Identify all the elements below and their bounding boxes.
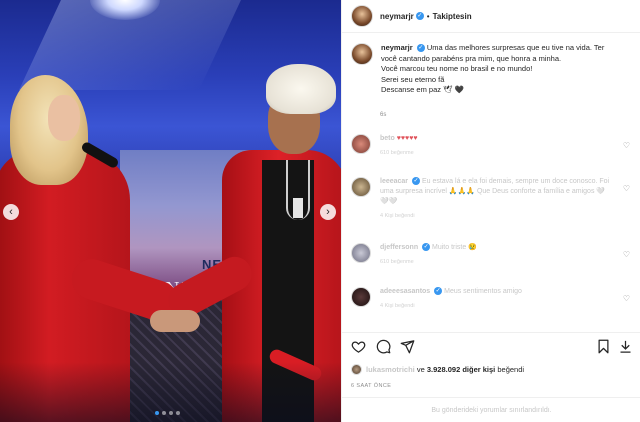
verified-badge-icon: ✓ bbox=[416, 44, 425, 53]
post-photo[interactable]: NEY NUIT ‹ › bbox=[0, 0, 341, 422]
heart-icon[interactable] bbox=[351, 339, 366, 354]
instagram-post: NEY NUIT ‹ › neymarjr ✓ • bbox=[0, 0, 640, 422]
heart-icon[interactable]: ♡ bbox=[623, 184, 630, 193]
caption-line: você cantando parabéns pra mim, que honr… bbox=[381, 53, 562, 63]
carousel-dot bbox=[169, 411, 173, 415]
verified-badge-icon: ✓ bbox=[411, 177, 420, 186]
holding-hands bbox=[150, 310, 200, 332]
verified-badge-icon: ✓ bbox=[415, 12, 424, 20]
comment-item: adeeesasantos ✓ Meus sentimentos amigo 4… bbox=[351, 287, 633, 311]
comment-text: Muito triste 😢 bbox=[432, 244, 477, 251]
comment-username[interactable]: adeeesasantos bbox=[380, 288, 430, 295]
caption-time: 6s bbox=[380, 112, 387, 118]
likes-connector: ve bbox=[416, 365, 425, 374]
post-actions-bar bbox=[342, 332, 640, 358]
comment-username[interactable]: beto bbox=[380, 135, 395, 142]
post-time-ago[interactable]: 6 SAAT ÖNCE bbox=[351, 383, 391, 389]
share-icon[interactable] bbox=[400, 339, 415, 354]
post-caption: neymarjr ✓ Uma das melhores surpresas qu… bbox=[351, 43, 633, 96]
bookmark-icon[interactable] bbox=[596, 339, 611, 354]
carousel-dots bbox=[155, 411, 180, 415]
caption-line: Serei seu eterno fã bbox=[381, 74, 445, 84]
caption-line: Uma das melhores surpresas que eu tive n… bbox=[426, 43, 605, 52]
caption-text: neymarjr ✓ Uma das melhores surpresas qu… bbox=[381, 43, 633, 96]
post-header: neymarjr ✓ • Takiptesin bbox=[342, 0, 640, 33]
avatar[interactable] bbox=[351, 243, 371, 263]
comment-meta[interactable]: 610 beğenme bbox=[380, 148, 610, 158]
avatar[interactable] bbox=[351, 134, 371, 154]
avatar[interactable] bbox=[351, 287, 371, 307]
comment-text: Meus sentimentos amigo bbox=[444, 288, 522, 295]
comments-disabled-notice: Bu gönderideki yorumlar sınırlandırıldı. bbox=[342, 397, 640, 422]
chevron-left-icon[interactable]: ‹ bbox=[3, 204, 19, 220]
avatar bbox=[351, 364, 362, 375]
caption-username[interactable]: neymarjr bbox=[381, 43, 413, 52]
verified-badge-icon: ✓ bbox=[422, 243, 431, 252]
comment-meta[interactable]: 4 Kişi beğendi bbox=[380, 211, 610, 221]
comment-icon[interactable] bbox=[376, 339, 391, 354]
caption-line: Você marcou teu nome no brasil e no mund… bbox=[381, 64, 533, 73]
verified-badge-icon: ✓ bbox=[434, 287, 443, 296]
comment-item: djeffersonn ✓ Muito triste 😢 610 beğenme… bbox=[351, 243, 633, 267]
comment-meta[interactable]: 610 beğenme bbox=[380, 257, 610, 267]
likes-suffix: beğendi bbox=[497, 365, 525, 374]
comment-meta[interactable]: 4 Kişi beğendi bbox=[380, 301, 610, 311]
chevron-right-icon[interactable]: › bbox=[320, 204, 336, 220]
liker-username[interactable]: lukasmotrichi bbox=[366, 365, 415, 374]
avatar[interactable] bbox=[351, 177, 371, 197]
likes-summary: lukasmotrichi ve 3.928.092 diğer kişi be… bbox=[351, 364, 524, 375]
heart-icon[interactable]: ♡ bbox=[623, 141, 630, 150]
header-separator: • bbox=[426, 11, 430, 21]
avatar[interactable] bbox=[351, 5, 373, 27]
singer-woman-face bbox=[48, 95, 80, 141]
carousel-dot-active bbox=[155, 411, 159, 415]
download-icon[interactable] bbox=[618, 339, 633, 354]
man-bleached-hair bbox=[266, 64, 336, 114]
avatar[interactable] bbox=[351, 43, 373, 65]
comment-username[interactable]: leeeacar bbox=[380, 178, 408, 185]
heart-icon[interactable]: ♡ bbox=[623, 294, 630, 303]
carousel-dot bbox=[162, 411, 166, 415]
following-button[interactable]: Takiptesin bbox=[433, 12, 472, 21]
carousel-dot bbox=[176, 411, 180, 415]
comment-item: leeeacar ✓ Eu estava lá e ela foi demais… bbox=[351, 177, 633, 221]
heart-icon[interactable]: ♡ bbox=[623, 250, 630, 259]
caption-line: Descanse em paz 🕊 🖤 bbox=[381, 85, 465, 94]
comment-item: beto ♥♥♥♥♥ 610 beğenme ♡ bbox=[351, 134, 633, 158]
post-side-panel: neymarjr ✓ • Takiptesin neymarjr ✓ Uma d… bbox=[341, 0, 640, 422]
comment-text: ♥♥♥♥♥ bbox=[396, 135, 418, 142]
cross-pendant bbox=[293, 198, 303, 218]
comment-username[interactable]: djeffersonn bbox=[380, 244, 418, 251]
likes-count[interactable]: 3.928.092 diğer kişi bbox=[427, 365, 495, 374]
header-username[interactable]: neymarjr bbox=[380, 12, 414, 21]
